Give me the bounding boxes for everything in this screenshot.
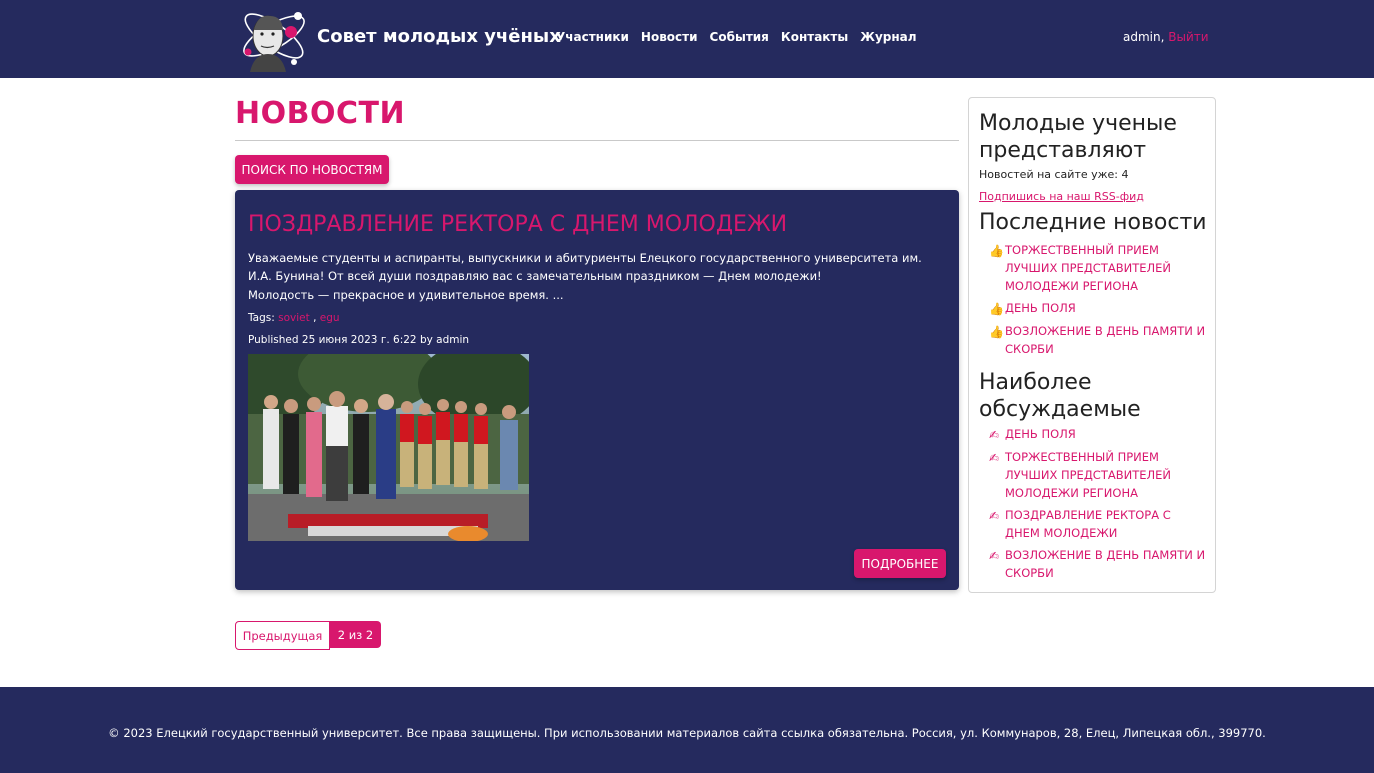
- news-title[interactable]: ПОЗДРАВЛЕНИЕ РЕКТОРА С ДНЕМ МОЛОДЕЖИ: [248, 212, 787, 237]
- current-page-indicator: 2 из 2: [330, 621, 381, 648]
- thumbs-up-icon: 👍: [989, 325, 1004, 339]
- user-box: admin, Выйти: [1123, 30, 1209, 44]
- latest-news-list: 👍 ТОРЖЕСТВЕННЫЙ ПРИЕМ ЛУЧШИХ ПРЕДСТАВИТЕЛ…: [989, 241, 1209, 362]
- news-photo[interactable]: [248, 354, 529, 541]
- search-news-button[interactable]: ПОИСК ПО НОВОСТЯМ: [235, 155, 389, 184]
- main-nav: Участники Новости События Контакты Журна…: [556, 30, 917, 44]
- nav-item-contacts[interactable]: Контакты: [781, 30, 848, 44]
- prev-page-button[interactable]: Предыдущая: [235, 621, 330, 650]
- nav-item-events[interactable]: События: [710, 30, 769, 44]
- list-item[interactable]: 👍 ТОРЖЕСТВЕННЫЙ ПРИЕМ ЛУЧШИХ ПРЕДСТАВИТЕЛ…: [989, 241, 1209, 295]
- list-item[interactable]: ✍ ДЕНЬ ПОЛЯ: [989, 425, 1209, 444]
- writing-hand-icon: ✍: [989, 509, 1000, 523]
- more-button[interactable]: ПОДРОБНЕЕ: [854, 549, 946, 578]
- list-item[interactable]: ✍ ВОЗЛОЖЕНИЕ В ДЕНЬ ПАМЯТИ И СКОРБИ: [989, 546, 1209, 582]
- writing-hand-icon: ✍: [989, 428, 1000, 442]
- latest-news-link[interactable]: ВОЗЛОЖЕНИЕ В ДЕНЬ ПАМЯТИ И СКОРБИ: [1005, 322, 1209, 358]
- news-published: Published 25 июня 2023 г. 6:22 by admin: [248, 334, 470, 346]
- list-item[interactable]: ✍ ТОРЖЕСТВЕННЫЙ ПРИЕМ ЛУЧШИХ ПРЕДСТАВИТЕЛ…: [989, 448, 1209, 502]
- news-excerpt-continued: Молодость — прекрасное и удивительное вр…: [248, 288, 564, 302]
- news-count: Новостей на сайте уже: 4: [979, 168, 1129, 181]
- footer-copyright: © 2023 Елецкий государственный университ…: [108, 726, 1266, 740]
- most-discussed-list: ✍ ДЕНЬ ПОЛЯ ✍ ТОРЖЕСТВЕННЫЙ ПРИЕМ ЛУЧШИХ П…: [989, 425, 1209, 586]
- most-discussed-heading: Наиболее обсуждаемые: [979, 370, 1141, 422]
- discussed-news-link[interactable]: ТОРЖЕСТВЕННЫЙ ПРИЕМ ЛУЧШИХ ПРЕДСТАВИТЕЛЕ…: [1005, 448, 1209, 502]
- username: admin,: [1123, 30, 1165, 44]
- site-logo[interactable]: [236, 2, 312, 72]
- rss-link[interactable]: Подпишись на наш RSS-фид: [979, 190, 1144, 203]
- site-header: Совет молодых учёных Участники Новости С…: [0, 0, 1374, 78]
- title-divider: [235, 140, 959, 141]
- sidebar-heading: Молодые ученые представляют: [979, 111, 1177, 163]
- tag-link[interactable]: soviet: [278, 312, 310, 324]
- site-footer: © 2023 Елецкий государственный университ…: [0, 687, 1374, 773]
- list-item[interactable]: ✍ ПОЗДРАВЛЕНИЕ РЕКТОРА С ДНЕМ МОЛОДЕЖИ: [989, 506, 1209, 542]
- discussed-news-link[interactable]: ВОЗЛОЖЕНИЕ В ДЕНЬ ПАМЯТИ И СКОРБИ: [1005, 546, 1209, 582]
- nav-item-journal[interactable]: Журнал: [860, 30, 916, 44]
- latest-news-link[interactable]: ДЕНЬ ПОЛЯ: [1005, 299, 1209, 317]
- page-title: НОВОСТИ: [235, 96, 406, 131]
- list-item[interactable]: 👍 ВОЗЛОЖЕНИЕ В ДЕНЬ ПАМЯТИ И СКОРБИ: [989, 322, 1209, 358]
- latest-news-link[interactable]: ТОРЖЕСТВЕННЫЙ ПРИЕМ ЛУЧШИХ ПРЕДСТАВИТЕЛЕ…: [1005, 241, 1209, 295]
- thumbs-up-icon: 👍: [989, 302, 1004, 316]
- writing-hand-icon: ✍: [989, 549, 1000, 563]
- site-title[interactable]: Совет молодых учёных: [317, 26, 561, 47]
- nav-item-participants[interactable]: Участники: [556, 30, 629, 44]
- tags-label: Tags:: [248, 312, 275, 324]
- logout-link[interactable]: Выйти: [1168, 30, 1208, 44]
- discussed-news-link[interactable]: ПОЗДРАВЛЕНИЕ РЕКТОРА С ДНЕМ МОЛОДЕЖИ: [1005, 506, 1209, 542]
- thumbs-up-icon: 👍: [989, 244, 1004, 258]
- nav-item-news[interactable]: Новости: [641, 30, 698, 44]
- pagination: Предыдущая 2 из 2: [235, 621, 381, 650]
- news-tags: Tags: soviet , egu: [248, 312, 340, 324]
- latest-news-heading: Последние новости: [979, 210, 1207, 235]
- news-excerpt: Уважаемые студенты и аспиранты, выпускни…: [248, 251, 922, 283]
- sidebar: Молодые ученые представляют Новостей на …: [968, 97, 1216, 593]
- list-item[interactable]: 👍 ДЕНЬ ПОЛЯ: [989, 299, 1209, 318]
- writing-hand-icon: ✍: [989, 451, 1000, 465]
- discussed-news-link[interactable]: ДЕНЬ ПОЛЯ: [1005, 425, 1209, 443]
- tag-link[interactable]: egu: [320, 312, 340, 324]
- news-card: ПОЗДРАВЛЕНИЕ РЕКТОРА С ДНЕМ МОЛОДЕЖИ Ува…: [235, 190, 959, 590]
